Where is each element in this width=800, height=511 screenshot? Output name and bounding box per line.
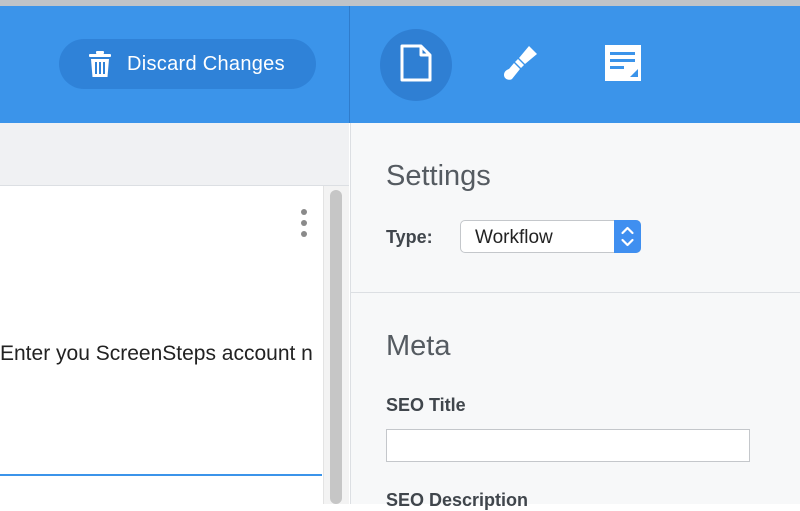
seo-description-label: SEO Description [386,490,529,510]
brush-icon [501,44,539,87]
step-body-text[interactable]: Enter you ScreenSteps account n [0,342,323,372]
section-divider [350,292,800,293]
style-tab[interactable] [484,29,556,101]
settings-heading: Settings [386,160,491,192]
document-settings-tab[interactable] [380,29,452,101]
seo-title-input[interactable] [386,429,750,462]
note-edit-icon [604,44,642,87]
toolbar-divider [349,6,350,123]
seo-title-label: SEO Title [386,395,466,415]
trash-icon [87,50,113,78]
more-options-icon[interactable] [298,207,310,239]
meta-heading: Meta [386,330,451,362]
editor-header-band [0,123,349,186]
select-stepper-icon [614,220,641,253]
step-body-text-content: Enter you ScreenSteps account n [0,342,313,365]
editor-focus-underline [0,474,322,476]
scrollbar-thumb[interactable] [330,190,342,504]
type-select[interactable]: Workflow [460,220,641,253]
type-select-value: Workflow [475,227,553,248]
discard-changes-button[interactable]: Discard Changes [59,39,316,89]
document-icon [399,44,433,87]
discard-changes-label: Discard Changes [127,52,285,75]
type-label: Type: [386,227,433,247]
notes-tab[interactable] [587,29,659,101]
